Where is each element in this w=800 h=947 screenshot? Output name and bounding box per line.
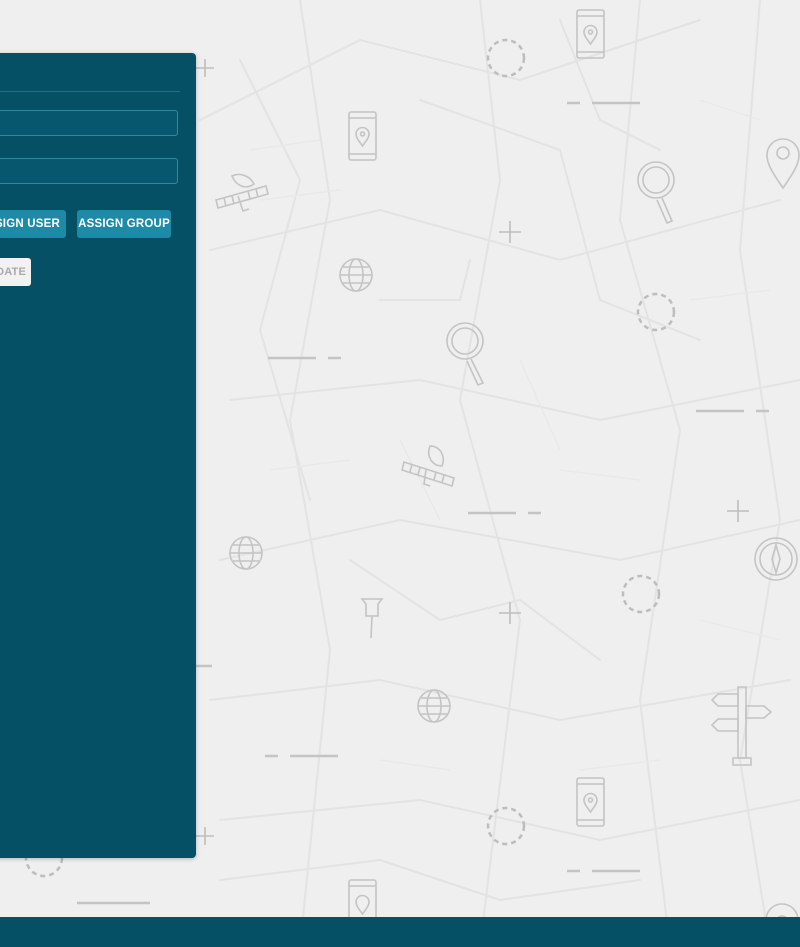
phone-map-icon [348, 111, 377, 161]
plus-icon [196, 827, 214, 845]
map-pin-icon [766, 138, 800, 190]
panel-text-field-2[interactable] [0, 158, 178, 184]
plus-icon [499, 221, 521, 243]
dashed-circle-icon [486, 38, 526, 78]
panel-text-field-1[interactable] [0, 110, 178, 136]
globe-icon [417, 689, 451, 723]
satellite-icon [401, 445, 455, 488]
phone-map-icon [576, 777, 605, 827]
footer-bar [0, 917, 800, 947]
assign-group-button[interactable]: ASSIGN GROUP [77, 210, 171, 238]
side-panel: ASSIGN USER ASSIGN GROUP UPDATE [0, 53, 196, 858]
magnifier-icon [637, 161, 675, 225]
push-pin-icon [360, 598, 384, 639]
plus-icon [196, 59, 214, 77]
update-button[interactable]: UPDATE [0, 258, 31, 286]
globe-icon [229, 536, 263, 570]
panel-divider [0, 91, 180, 92]
satellite-icon [215, 173, 269, 213]
plus-icon [727, 500, 749, 522]
assign-user-button[interactable]: ASSIGN USER [0, 210, 66, 238]
compass-icon [754, 537, 798, 581]
phone-map-icon [576, 9, 605, 59]
globe-icon [339, 258, 373, 292]
